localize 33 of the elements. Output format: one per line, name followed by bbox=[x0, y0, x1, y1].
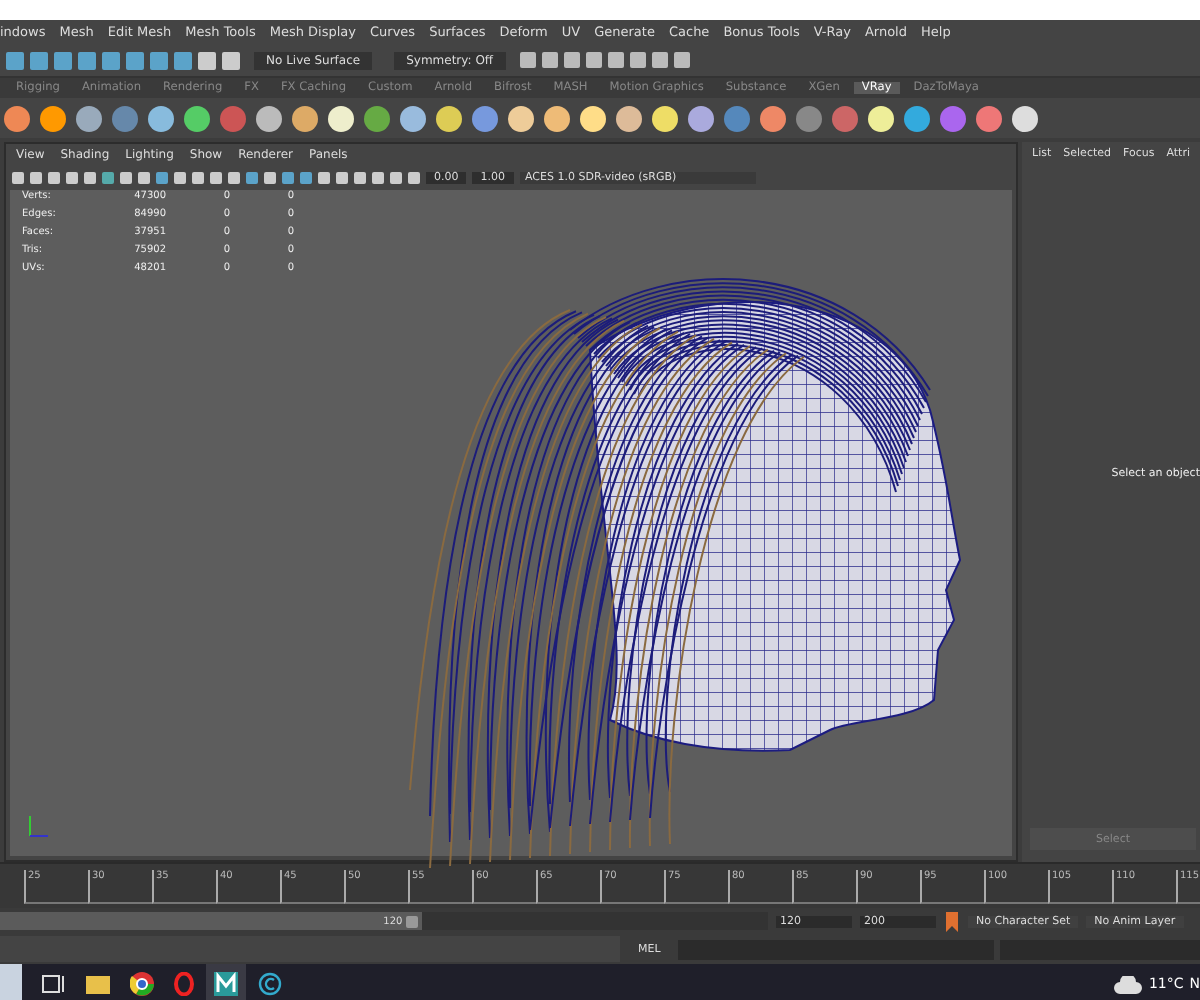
circle-c-icon[interactable] bbox=[258, 972, 282, 996]
shelf-tool-icon[interactable] bbox=[652, 105, 678, 131]
ring-logo-icon[interactable] bbox=[174, 972, 194, 996]
axis-gizmo-icon bbox=[26, 812, 50, 840]
shelf-tool-icon[interactable] bbox=[868, 105, 894, 131]
shelf-tool-icon[interactable] bbox=[40, 105, 66, 131]
shelf-tool-icon[interactable] bbox=[760, 105, 786, 131]
shelf-tool-icon[interactable] bbox=[364, 105, 390, 131]
shelf-tool-icon[interactable] bbox=[76, 105, 102, 131]
shelf-tool-icon[interactable] bbox=[436, 105, 462, 131]
shelf-tool-icon[interactable] bbox=[292, 105, 318, 131]
browser-icon[interactable] bbox=[130, 972, 154, 996]
shelf-tool-icon[interactable] bbox=[544, 105, 570, 131]
shelf-tool-icon[interactable] bbox=[580, 105, 606, 131]
auto-key-icon[interactable] bbox=[944, 911, 960, 931]
shelf-tool-icon[interactable] bbox=[4, 105, 30, 131]
shelf-tool-icon[interactable] bbox=[328, 105, 354, 131]
shelf-tool-icon[interactable] bbox=[148, 105, 174, 131]
window-thumbnail-icon[interactable] bbox=[0, 964, 22, 1000]
task-view-icon[interactable] bbox=[42, 974, 66, 994]
shelf-tool-icon[interactable] bbox=[256, 105, 282, 131]
shelf-tool-icon[interactable] bbox=[472, 105, 498, 131]
shelf-tool-icon[interactable] bbox=[616, 105, 642, 131]
shelf-tool-icon[interactable] bbox=[508, 105, 534, 131]
shelf-tool-icon[interactable] bbox=[400, 105, 426, 131]
shelf-tool-icon[interactable] bbox=[184, 105, 210, 131]
head-mesh-drawing[interactable] bbox=[409, 278, 961, 869]
folder-icon[interactable] bbox=[86, 974, 110, 994]
shelf-tool-icon[interactable] bbox=[1012, 105, 1038, 131]
shelf-tool-icon[interactable] bbox=[904, 105, 930, 131]
cloud-icon bbox=[1114, 975, 1143, 993]
shelf-tool-icon[interactable] bbox=[688, 105, 714, 131]
shelf-tool-icon[interactable] bbox=[976, 105, 1002, 131]
